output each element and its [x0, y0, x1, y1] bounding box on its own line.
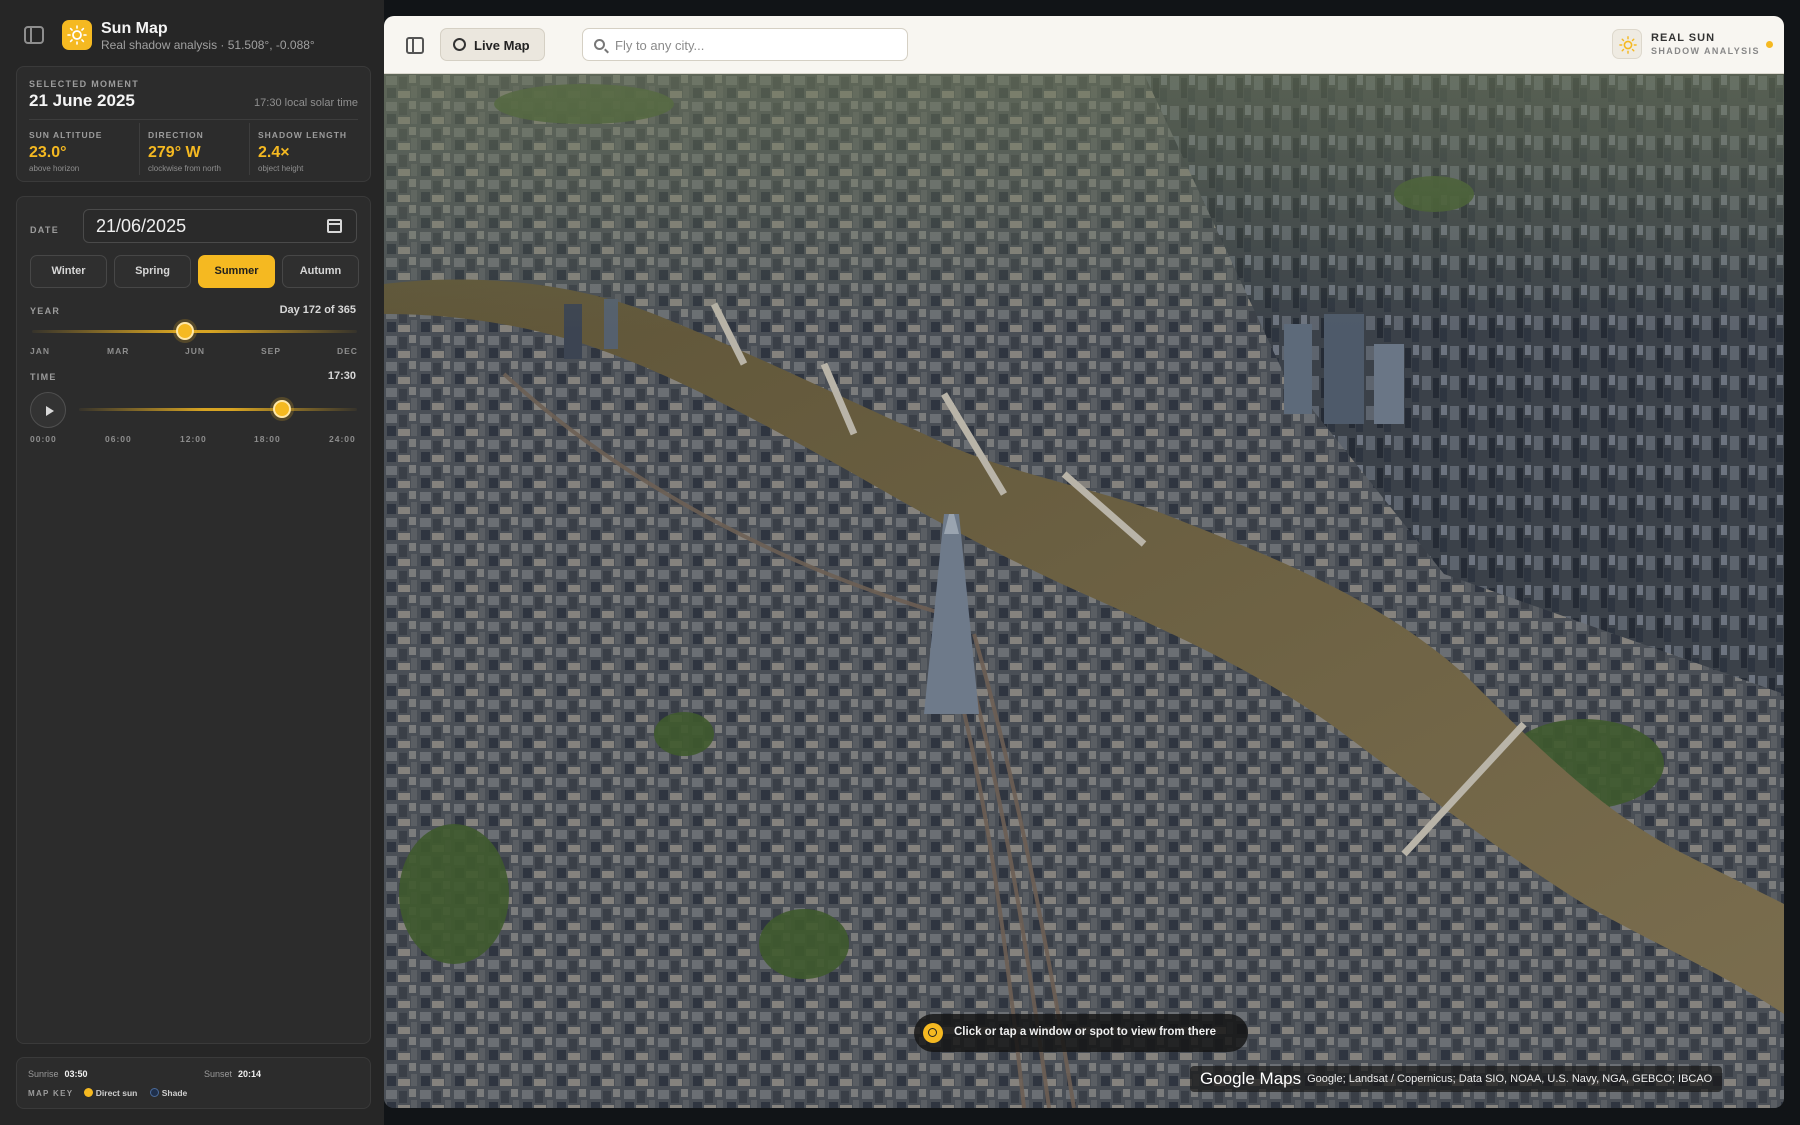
stat-value: 23.0° — [29, 144, 67, 161]
panel-toggle-icon[interactable] — [406, 37, 424, 54]
map-key: MAP KEY Direct sun Shade — [28, 1088, 187, 1098]
time-tick: 24:00 — [329, 434, 356, 444]
map-panel: Live Map REAL SUN SHADOW ANALYSIS — [384, 16, 1784, 1108]
year-slider-thumb[interactable] — [176, 322, 195, 340]
sun-logo-icon — [62, 20, 92, 50]
stat-direction: DIRECTION 279° W clockwise from north — [148, 130, 258, 173]
city-search[interactable] — [582, 28, 908, 61]
year-tick: SEP — [261, 346, 282, 356]
sunset-label: Sunset — [204, 1069, 233, 1079]
date-label: DATE — [30, 225, 60, 235]
controls-card: DATE Winter Spring Summer Autumn YEAR Da… — [16, 196, 371, 1044]
app-subtitle: Real shadow analysis · 51.508°, -0.088° — [101, 38, 315, 52]
topbar: Live Map REAL SUN SHADOW ANALYSIS — [384, 16, 1784, 74]
sunset-time: 20:14 — [238, 1069, 262, 1079]
live-map-label: Live Map — [474, 38, 530, 53]
stat-note: clockwise from north — [148, 164, 221, 173]
moment-date: 21 June 2025 — [29, 91, 135, 110]
year-slider-track[interactable] — [32, 330, 357, 333]
year-tick: MAR — [107, 346, 130, 356]
stat-value: 2.4× — [258, 144, 290, 161]
season-autumn-button[interactable]: Autumn — [282, 255, 359, 288]
season-spring-button[interactable]: Spring — [114, 255, 191, 288]
map-hint: Click or tap a window or spot to view fr… — [914, 1014, 1248, 1052]
map-attribution: Google Maps Google; Landsat / Copernicus;… — [1190, 1066, 1723, 1092]
direct-sun-swatch — [83, 1088, 93, 1097]
stat-note: above horizon — [29, 164, 80, 173]
play-button[interactable] — [30, 392, 66, 428]
stat-label: SHADOW LENGTH — [258, 130, 348, 140]
stat-note: object height — [258, 164, 304, 173]
calendar-icon[interactable] — [327, 219, 342, 233]
app-title: Sun Map — [101, 20, 168, 37]
moment-local-time: 17:30 local solar time — [254, 97, 358, 109]
sidebar: Sun Map Real shadow analysis · 51.508°, … — [0, 0, 384, 1125]
direct-sun-label: Direct sun — [95, 1088, 138, 1098]
sunset-row: Sunset 20:14 — [204, 1069, 261, 1079]
stat-label: DIRECTION — [148, 130, 204, 140]
crosshair-icon — [923, 1023, 943, 1043]
selected-moment-card: SELECTED MOMENT 21 June 2025 17:30 local… — [16, 66, 371, 182]
time-tick: 06:00 — [105, 434, 132, 444]
sunrise-row: Sunrise 03:50 — [28, 1069, 88, 1079]
shade-swatch — [149, 1088, 159, 1097]
map-view[interactable] — [384, 74, 1784, 1108]
sunrise-label: Sunrise — [28, 1069, 59, 1079]
map-credits: Google; Landsat / Copernicus; Data SIO, … — [1307, 1073, 1713, 1085]
year-tick: JAN — [30, 346, 51, 356]
shade-label: Shade — [161, 1088, 188, 1098]
map-hint-text: Click or tap a window or spot to view fr… — [954, 1026, 1216, 1038]
year-tick: DEC — [337, 346, 358, 356]
time-label: TIME — [30, 372, 57, 382]
globe-icon — [453, 38, 466, 51]
time-tick: 12:00 — [180, 434, 207, 444]
stat-value: 279° W — [148, 144, 201, 161]
season-summer-button[interactable]: Summer — [198, 255, 275, 288]
live-map-button[interactable]: Live Map — [440, 28, 545, 61]
map-key-label: MAP KEY — [28, 1089, 74, 1098]
google-maps-logo: Google Maps — [1200, 1069, 1302, 1088]
sidebar-header: Sun Map Real shadow analysis · 51.508°, … — [0, 0, 384, 66]
search-icon — [594, 39, 605, 50]
stat-label: SUN ALTITUDE — [29, 130, 103, 140]
badge-title: REAL SUN — [1651, 32, 1716, 44]
divider — [29, 119, 358, 120]
status-dot — [1766, 41, 1773, 48]
time-tick: 18:00 — [254, 434, 281, 444]
time-value: 17:30 — [327, 370, 356, 382]
time-slider-track[interactable] — [79, 408, 357, 411]
time-tick: 00:00 — [30, 434, 57, 444]
search-input[interactable] — [615, 36, 895, 54]
stat-sun-altitude: SUN ALTITUDE 23.0° above horizon — [29, 130, 139, 173]
year-value: Day 172 of 365 — [279, 304, 356, 316]
divider — [139, 123, 140, 175]
sun-badge-icon — [1612, 29, 1642, 59]
badge-subtitle: SHADOW ANALYSIS — [1651, 46, 1760, 56]
stat-shadow-length: SHADOW LENGTH 2.4× object height — [258, 130, 368, 173]
time-slider-thumb[interactable] — [272, 400, 291, 418]
divider — [249, 123, 250, 175]
sidebar-toggle-icon[interactable] — [24, 26, 44, 44]
date-input[interactable] — [83, 209, 357, 243]
moment-label: SELECTED MOMENT — [29, 79, 140, 89]
season-winter-button[interactable]: Winter — [30, 255, 107, 288]
year-label: YEAR — [30, 306, 61, 316]
year-tick: JUN — [185, 346, 206, 356]
sunrise-time: 03:50 — [64, 1069, 88, 1079]
sun-times-card: Sunrise 03:50 Sunset 20:14 MAP KEY Direct … — [16, 1057, 371, 1109]
